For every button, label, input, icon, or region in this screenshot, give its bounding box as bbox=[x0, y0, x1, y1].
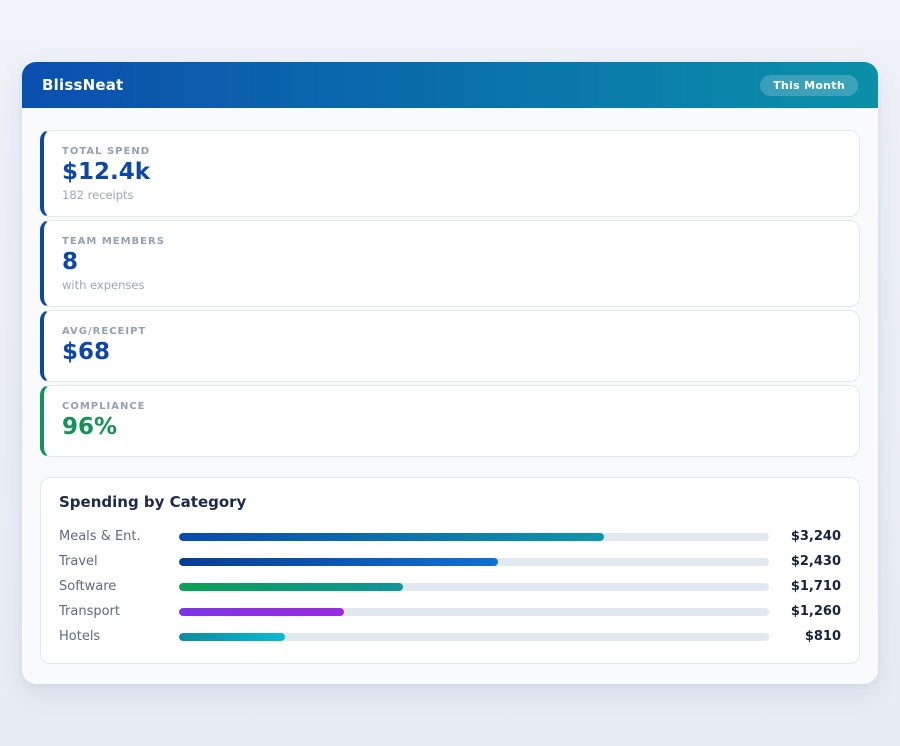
stat-card-list: TOTAL SPEND $12.4k 182 receipts TEAM MEMBER… bbox=[40, 130, 860, 457]
stat-label: COMPLIANCE bbox=[62, 401, 841, 412]
stat-card-compliance: COMPLIANCE 96% bbox=[40, 385, 860, 457]
category-label: Transport bbox=[59, 604, 179, 619]
dashboard-content: TOTAL SPEND $12.4k 182 receipts TEAM MEMBER… bbox=[22, 108, 878, 684]
stat-label: AVG/RECEIPT bbox=[62, 326, 841, 337]
category-label: Hotels bbox=[59, 629, 179, 644]
category-bar-track bbox=[179, 558, 769, 566]
app-window: BlissNeat This Month TOTAL SPEND $12.4k 18… bbox=[22, 62, 878, 684]
category-amount: $2,430 bbox=[779, 554, 841, 569]
category-amount: $810 bbox=[779, 629, 841, 644]
category-bar-fill bbox=[179, 608, 344, 616]
category-label: Travel bbox=[59, 554, 179, 569]
section-title: Spending by Category bbox=[59, 493, 841, 511]
category-bar-fill bbox=[179, 533, 604, 541]
period-badge[interactable]: This Month bbox=[760, 75, 858, 96]
category-bar-track bbox=[179, 583, 769, 591]
category-bar-track bbox=[179, 608, 769, 616]
stat-label: TEAM MEMBERS bbox=[62, 236, 841, 247]
stat-value: $12.4k bbox=[62, 160, 841, 185]
app-header: BlissNeat This Month bbox=[22, 62, 878, 108]
category-row: Software $1,710 bbox=[59, 574, 841, 599]
category-row: Transport $1,260 bbox=[59, 599, 841, 624]
spending-by-category-card: Spending by Category Meals & Ent. $3,240 T… bbox=[40, 477, 860, 664]
stat-card-avg-receipt: AVG/RECEIPT $68 bbox=[40, 310, 860, 382]
category-row: Meals & Ent. $3,240 bbox=[59, 524, 841, 549]
category-row: Hotels $810 bbox=[59, 624, 841, 649]
category-bar-fill bbox=[179, 558, 498, 566]
category-label: Meals & Ent. bbox=[59, 529, 179, 544]
stat-subtitle: with expenses bbox=[62, 278, 841, 292]
category-bar-fill bbox=[179, 583, 403, 591]
category-bar-track bbox=[179, 633, 769, 641]
stat-card-total-spend: TOTAL SPEND $12.4k 182 receipts bbox=[40, 130, 860, 217]
stat-value: 8 bbox=[62, 250, 841, 275]
category-row: Travel $2,430 bbox=[59, 549, 841, 574]
app-title: BlissNeat bbox=[42, 76, 123, 94]
category-bar-fill bbox=[179, 633, 285, 641]
category-label: Software bbox=[59, 579, 179, 594]
stat-value: $68 bbox=[62, 340, 841, 365]
stat-label: TOTAL SPEND bbox=[62, 146, 841, 157]
stat-card-team-members: TEAM MEMBERS 8 with expenses bbox=[40, 220, 860, 307]
category-amount: $1,260 bbox=[779, 604, 841, 619]
stat-value: 96% bbox=[62, 415, 841, 440]
stat-subtitle: 182 receipts bbox=[62, 188, 841, 202]
category-amount: $3,240 bbox=[779, 529, 841, 544]
category-bar-track bbox=[179, 533, 769, 541]
category-bar-list: Meals & Ent. $3,240 Travel $2,430 Software $1… bbox=[59, 524, 841, 649]
category-amount: $1,710 bbox=[779, 579, 841, 594]
